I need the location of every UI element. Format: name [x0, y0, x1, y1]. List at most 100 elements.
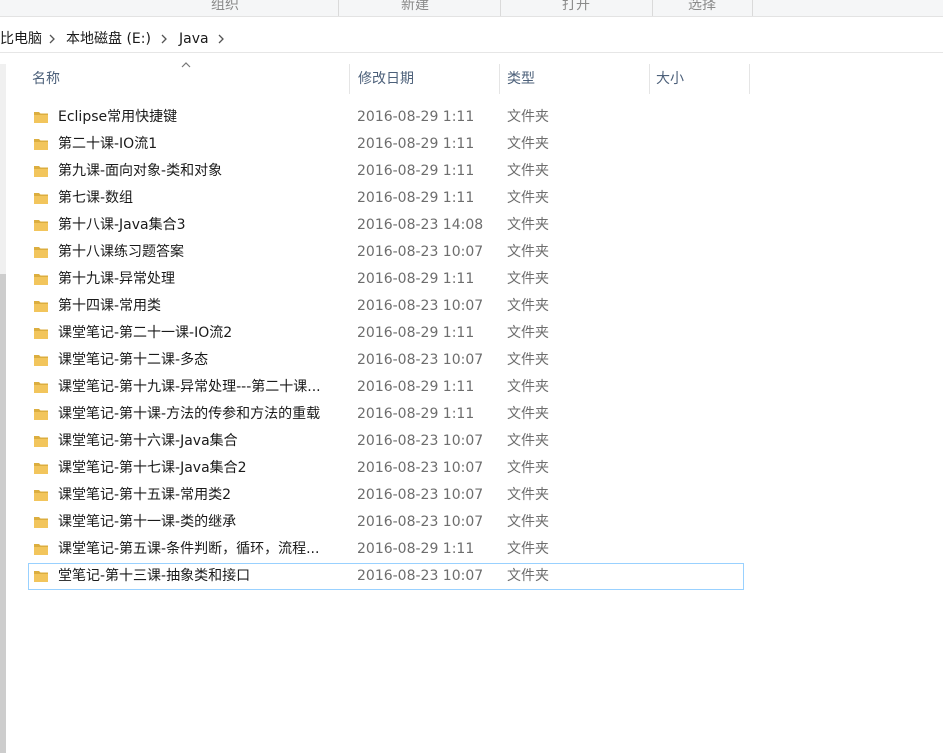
- file-type: 文件夹: [507, 325, 549, 341]
- folder-icon: [34, 436, 48, 447]
- file-type: 文件夹: [507, 217, 549, 233]
- folder-icon: [34, 490, 48, 501]
- folder-icon: [34, 409, 48, 420]
- file-modified-date: 2016-08-23 10:07: [357, 568, 484, 584]
- ribbon-separator: [500, 0, 501, 16]
- file-row[interactable]: 课堂笔记-第十六课-Java集合 2016-08-23 10:07 文件夹: [28, 428, 744, 455]
- file-type: 文件夹: [507, 406, 549, 422]
- file-row[interactable]: 第七课-数组 2016-08-29 1:11 文件夹: [28, 185, 744, 212]
- file-type: 文件夹: [507, 514, 549, 530]
- file-name: 第七课-数组: [58, 190, 134, 206]
- column-header-name[interactable]: 名称: [32, 64, 60, 94]
- file-modified-date: 2016-08-29 1:11: [357, 109, 475, 125]
- file-name: 堂笔记-第十三课-抽象类和接口: [58, 568, 251, 584]
- file-row[interactable]: 课堂笔记-第十九课-异常处理---第二十课... 2016-08-29 1:11 文…: [28, 374, 744, 401]
- file-name: 课堂笔记-第十一课-类的继承: [58, 514, 237, 530]
- file-list: Eclipse常用快捷键 2016-08-29 1:11 文件夹 第二十课-IO流1 2…: [28, 104, 748, 590]
- chevron-right-icon[interactable]: [46, 32, 58, 46]
- file-row[interactable]: 第十八课-Java集合3 2016-08-23 14:08 文件夹: [28, 212, 744, 239]
- column-divider[interactable]: [749, 64, 750, 94]
- file-type: 文件夹: [507, 163, 549, 179]
- ribbon-group-open[interactable]: 打开: [502, 0, 650, 16]
- folder-icon: [34, 166, 48, 177]
- file-modified-date: 2016-08-29 1:11: [357, 271, 475, 287]
- file-type: 文件夹: [507, 487, 549, 503]
- file-modified-date: 2016-08-23 10:07: [357, 352, 484, 368]
- chevron-right-icon[interactable]: [158, 32, 170, 46]
- file-row[interactable]: 课堂笔记-第十课-方法的传参和方法的重载 2016-08-29 1:11 文件夹: [28, 401, 744, 428]
- file-row[interactable]: Eclipse常用快捷键 2016-08-29 1:11 文件夹: [28, 104, 744, 131]
- folder-icon: [34, 544, 48, 555]
- file-type: 文件夹: [507, 352, 549, 368]
- folder-icon: [34, 139, 48, 150]
- file-type: 文件夹: [507, 379, 549, 395]
- file-type: 文件夹: [507, 460, 549, 476]
- folder-icon: [34, 112, 48, 123]
- breadcrumb-java[interactable]: Java: [179, 30, 209, 48]
- file-name: 课堂笔记-第十七课-Java集合2: [58, 460, 247, 476]
- file-row[interactable]: 第十四课-常用类 2016-08-23 10:07 文件夹: [28, 293, 744, 320]
- address-bar[interactable]: 比电脑 本地磁盘 (E:) Java: [0, 26, 943, 53]
- file-modified-date: 2016-08-29 1:11: [357, 406, 475, 422]
- file-type: 文件夹: [507, 433, 549, 449]
- file-row[interactable]: 课堂笔记-第十七课-Java集合2 2016-08-23 10:07 文件夹: [28, 455, 744, 482]
- folder-icon: [34, 463, 48, 474]
- ribbon-group-new[interactable]: 新建: [340, 0, 490, 16]
- ribbon: 组织 新建 打开 选择: [0, 0, 943, 17]
- folder-icon: [34, 328, 48, 339]
- ribbon-separator: [752, 0, 753, 16]
- ribbon-group-organize[interactable]: 组织: [150, 0, 300, 16]
- file-row[interactable]: 课堂笔记-第十五课-常用类2 2016-08-23 10:07 文件夹: [28, 482, 744, 509]
- breadcrumb-this-pc[interactable]: 比电脑: [0, 30, 42, 48]
- file-row[interactable]: 课堂笔记-第二十一课-IO流2 2016-08-29 1:11 文件夹: [28, 320, 744, 347]
- folder-icon: [34, 274, 48, 285]
- ribbon-group-select[interactable]: 选择: [654, 0, 750, 16]
- file-row[interactable]: 第十九课-异常处理 2016-08-29 1:11 文件夹: [28, 266, 744, 293]
- file-modified-date: 2016-08-23 10:07: [357, 460, 484, 476]
- file-name: 第十八课-Java集合3: [58, 217, 186, 233]
- file-row[interactable]: 课堂笔记-第十二课-多态 2016-08-23 10:07 文件夹: [28, 347, 744, 374]
- file-name: 第二十课-IO流1: [58, 136, 158, 152]
- column-divider[interactable]: [499, 64, 500, 94]
- folder-icon: [34, 382, 48, 393]
- file-modified-date: 2016-08-23 10:07: [357, 433, 484, 449]
- file-modified-date: 2016-08-29 1:11: [357, 136, 475, 152]
- breadcrumb-drive-e[interactable]: 本地磁盘 (E:): [66, 30, 151, 48]
- file-name: 第十八课练习题答案: [58, 244, 184, 260]
- scrollbar-thumb[interactable]: [0, 274, 6, 753]
- file-name: 课堂笔记-第二十一课-IO流2: [58, 325, 233, 341]
- file-row[interactable]: 课堂笔记-第五课-条件判断，循环，流程... 2016-08-29 1:11 文件夹: [28, 536, 744, 563]
- folder-icon: [34, 301, 48, 312]
- ribbon-separator: [652, 0, 653, 16]
- file-type: 文件夹: [507, 244, 549, 260]
- file-modified-date: 2016-08-23 10:07: [357, 298, 484, 314]
- folder-icon: [34, 220, 48, 231]
- column-header-size[interactable]: 大小: [656, 64, 684, 94]
- file-row[interactable]: 堂笔记-第十三课-抽象类和接口 2016-08-23 10:07 文件夹: [28, 563, 744, 590]
- file-row[interactable]: 课堂笔记-第十一课-类的继承 2016-08-23 10:07 文件夹: [28, 509, 744, 536]
- column-divider[interactable]: [649, 64, 650, 94]
- file-type: 文件夹: [507, 568, 549, 584]
- file-type: 文件夹: [507, 136, 549, 152]
- chevron-right-icon[interactable]: [215, 32, 227, 46]
- file-type: 文件夹: [507, 190, 549, 206]
- file-modified-date: 2016-08-29 1:11: [357, 190, 475, 206]
- file-name: 课堂笔记-第十二课-多态: [58, 352, 209, 368]
- file-name: Eclipse常用快捷键: [58, 109, 178, 125]
- file-modified-date: 2016-08-23 10:07: [357, 514, 484, 530]
- file-name: 课堂笔记-第十九课-异常处理---第二十课...: [58, 379, 321, 395]
- column-header-type[interactable]: 类型: [507, 64, 535, 94]
- folder-icon: [34, 355, 48, 366]
- file-row[interactable]: 第九课-面向对象-类和对象 2016-08-29 1:11 文件夹: [28, 158, 744, 185]
- file-row[interactable]: 第十八课练习题答案 2016-08-23 10:07 文件夹: [28, 239, 744, 266]
- file-type: 文件夹: [507, 298, 549, 314]
- folder-icon: [34, 571, 48, 582]
- column-header-date[interactable]: 修改日期: [358, 64, 414, 94]
- column-divider[interactable]: [349, 64, 350, 94]
- file-modified-date: 2016-08-29 1:11: [357, 379, 475, 395]
- file-modified-date: 2016-08-23 10:07: [357, 244, 484, 260]
- file-row[interactable]: 第二十课-IO流1 2016-08-29 1:11 文件夹: [28, 131, 744, 158]
- folder-icon: [34, 193, 48, 204]
- file-name: 第九课-面向对象-类和对象: [58, 163, 223, 179]
- navigation-pane-scrollbar[interactable]: [0, 64, 6, 753]
